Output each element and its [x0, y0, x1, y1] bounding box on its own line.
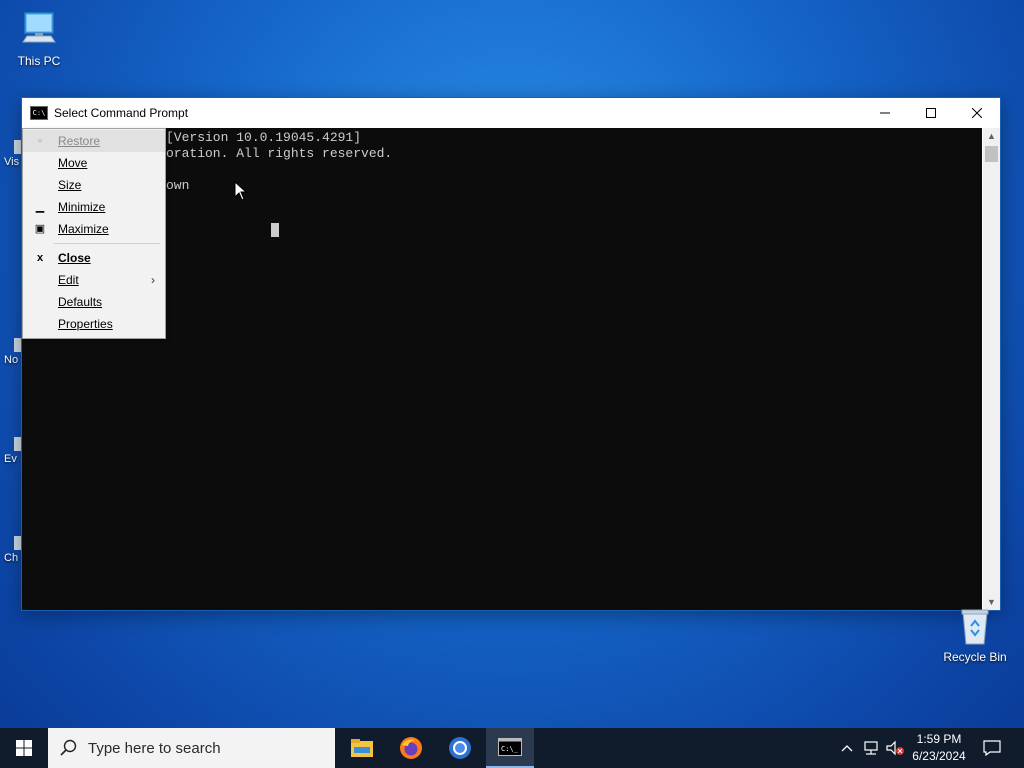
taskbar-search-box[interactable]: Type here to search [48, 728, 335, 768]
close-icon [972, 108, 982, 118]
text-cursor [271, 223, 279, 237]
start-button[interactable] [0, 728, 48, 768]
taskbar-chrome[interactable] [436, 728, 484, 768]
minimize-icon: ▁ [35, 201, 45, 213]
desktop-icon-label: Recycle Bin [943, 650, 1007, 664]
desktop-icon-this-pc[interactable]: This PC [1, 10, 77, 68]
chevron-right-icon: › [151, 273, 155, 287]
taskbar-clock[interactable]: 1:59 PM 6/23/2024 [900, 728, 978, 768]
chevron-up-icon [841, 745, 853, 752]
windows-logo-icon [16, 740, 32, 756]
console-output[interactable]: [Version 10.0.19045.4291] oration. All r… [22, 128, 982, 610]
close-icon: x [36, 252, 44, 264]
menu-item-close[interactable]: x Close [23, 247, 165, 269]
console-line: own [166, 178, 190, 193]
menu-item-properties[interactable]: Properties [23, 313, 165, 335]
scrollbar-thumb[interactable] [985, 146, 998, 162]
vertical-scrollbar[interactable]: ▲ ▼ [983, 128, 1000, 610]
menu-item-minimize[interactable]: ▁ Minimize [23, 196, 165, 218]
desktop-icon-recycle-bin[interactable]: Recycle Bin [940, 606, 1010, 664]
notifications-button[interactable] [980, 728, 1004, 768]
taskbar-firefox[interactable] [387, 728, 435, 768]
window-title: Select Command Prompt [54, 106, 189, 120]
cmd-icon: C:\_ [498, 738, 522, 756]
taskbar-command-prompt[interactable]: C:\_ [486, 728, 534, 768]
menu-item-size[interactable]: Size [23, 174, 165, 196]
scroll-up-icon[interactable]: ▲ [983, 128, 1000, 144]
desktop-icon-label: Ev [4, 453, 17, 465]
clock-time: 1:59 PM [916, 732, 962, 746]
restore-icon: ▫ [38, 135, 42, 147]
svg-text:C:\_: C:\_ [501, 745, 519, 753]
window-controls [862, 98, 1000, 128]
maximize-button[interactable] [908, 98, 954, 128]
file-explorer-icon [351, 739, 373, 757]
desktop-icon-label: Vis [4, 156, 20, 168]
search-icon [60, 739, 77, 756]
taskbar-file-explorer[interactable] [338, 728, 386, 768]
chrome-icon [449, 737, 471, 759]
menu-separator [54, 243, 160, 244]
menu-item-edit[interactable]: Edit › [23, 269, 165, 291]
menu-item-defaults[interactable]: Defaults [23, 291, 165, 313]
maximize-icon: ▣ [34, 223, 46, 235]
maximize-icon [926, 108, 936, 118]
console-line: [Version 10.0.19045.4291] [166, 130, 362, 145]
firefox-icon [400, 737, 422, 759]
command-prompt-window[interactable]: C:\ Select Command Prompt [Version 10.0.… [21, 97, 1001, 611]
title-bar[interactable]: C:\ Select Command Prompt [22, 98, 1000, 128]
close-button[interactable] [954, 98, 1000, 128]
taskbar: Type here to search C:\_ 1:59 PM 6/23/20… [0, 728, 1024, 768]
mouse-pointer-icon [234, 181, 248, 201]
notifications-icon [983, 740, 1001, 756]
menu-item-move[interactable]: Move [23, 152, 165, 174]
minimize-icon [880, 112, 890, 114]
cmd-icon[interactable]: C:\ [30, 106, 48, 120]
search-placeholder: Type here to search [88, 739, 221, 757]
computer-icon [19, 10, 59, 50]
tray-chevron-up[interactable] [838, 728, 856, 768]
console-line: oration. All rights reserved. [166, 146, 393, 161]
menu-item-maximize[interactable]: ▣ Maximize [23, 218, 165, 240]
minimize-button[interactable] [862, 98, 908, 128]
menu-item-restore[interactable]: ▫ Restore [23, 130, 165, 152]
desktop-icon-label: Ch [4, 552, 19, 564]
tray-network[interactable] [860, 728, 882, 768]
network-icon [864, 741, 878, 755]
desktop-icon-label: No [4, 354, 19, 366]
clock-date: 6/23/2024 [912, 749, 966, 763]
system-menu: ▫ Restore Move Size ▁ Minimize ▣ Maximiz… [22, 128, 166, 339]
desktop-icon-label: This PC [17, 54, 61, 68]
recycle-bin-icon [955, 606, 995, 646]
